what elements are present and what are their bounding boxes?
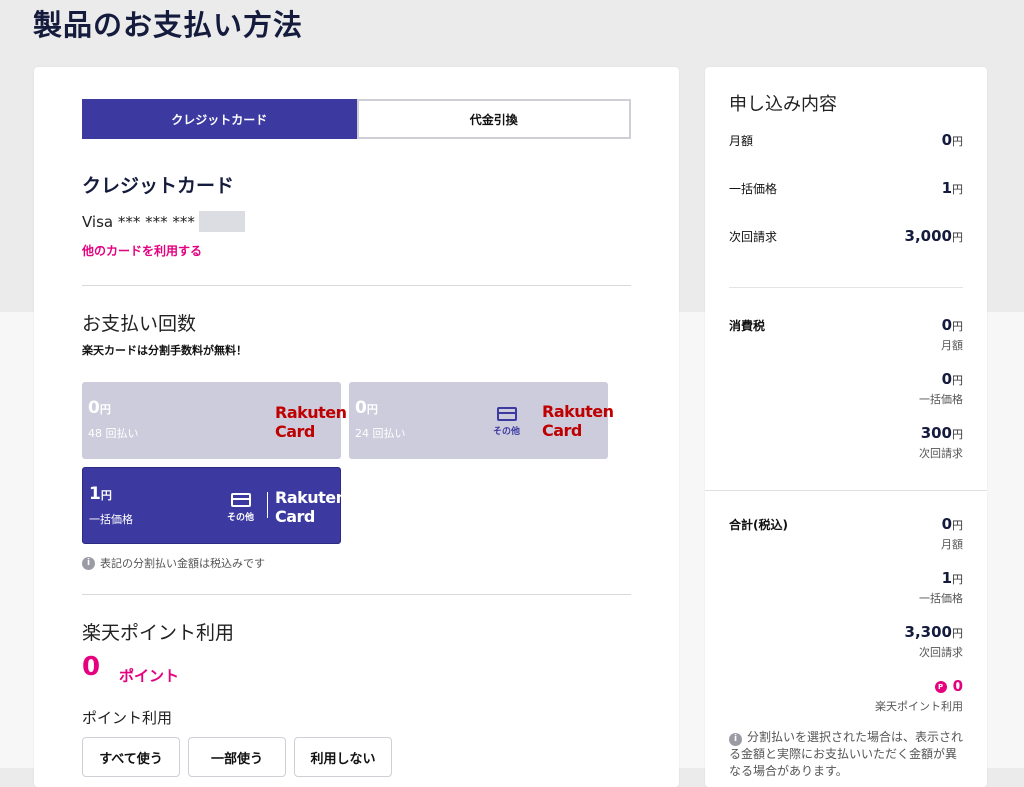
total-next-bill-caption: 次回請求 xyxy=(919,646,963,659)
tax-monthly-caption: 月額 xyxy=(941,339,963,352)
card-number: Visa *** *** *** xyxy=(82,211,245,232)
order-summary-card: 申し込み内容 月額 0円 一括価格 1円 次回請求 3,000円 消費税 0円 … xyxy=(705,67,987,787)
total-monthly-caption: 月額 xyxy=(941,538,963,551)
installments-heading: お支払い回数 xyxy=(82,313,197,335)
plan-label: 24 回払い xyxy=(355,427,406,440)
total-label: 合計(税込) xyxy=(729,518,788,532)
tab-credit-card[interactable]: クレジットカード xyxy=(82,99,357,139)
logo-separator xyxy=(267,492,268,518)
divider xyxy=(82,285,631,286)
total-lump-sum-value: 1円 xyxy=(941,569,963,587)
divider xyxy=(729,287,963,288)
total-next-bill-value: 3,300円 xyxy=(904,623,963,641)
other-card-icon: その他 xyxy=(227,493,254,523)
use-all-points-button[interactable]: すべて使う xyxy=(82,737,180,777)
points-unit: ポイント xyxy=(119,667,180,685)
installment-option-lump-sum[interactable]: 1円 一括価格 その他 Rakuten Card xyxy=(82,467,347,544)
use-other-card-link[interactable]: 他のカードを利用する xyxy=(82,242,202,259)
monthly-value: 0円 xyxy=(941,131,963,149)
points-value: 0 xyxy=(82,652,101,682)
plan-amount: 1円 xyxy=(89,484,112,504)
lump-sum-label: 一括価格 xyxy=(729,182,778,196)
total-points-value: P0 xyxy=(934,677,963,695)
use-some-points-button[interactable]: 一部使う xyxy=(188,737,286,777)
next-bill-value: 3,000円 xyxy=(904,227,963,245)
rakuten-card-logo: Rakuten Card xyxy=(275,403,347,441)
info-icon: i xyxy=(82,556,95,570)
tax-lump-sum-caption: 一括価格 xyxy=(919,393,963,406)
tax-next-bill-caption: 次回請求 xyxy=(919,447,963,460)
card-number-text: Visa *** *** *** xyxy=(82,212,195,231)
plan-label: 一括価格 xyxy=(89,513,133,526)
plan-amount: 0円 xyxy=(355,398,378,418)
payment-method-card: クレジットカード 代金引換 クレジットカード Visa *** *** *** … xyxy=(34,67,679,787)
divider xyxy=(82,594,631,595)
tax-lump-sum-value: 0円 xyxy=(941,370,963,388)
installment-option-24[interactable]: 0円 24 回払い その他 Rakuten Card xyxy=(349,382,614,459)
plan-label: 48 回払い xyxy=(88,427,139,440)
info-icon: i xyxy=(729,733,742,746)
monthly-label: 月額 xyxy=(729,134,754,148)
total-points-caption: 楽天ポイント利用 xyxy=(875,700,963,713)
installment-fee-note: 楽天カードは分割手数料が無料！ xyxy=(82,344,247,357)
lump-sum-value: 1円 xyxy=(941,179,963,197)
tax-monthly-value: 0円 xyxy=(941,316,963,334)
divider xyxy=(705,490,987,491)
installment-disclaimer: i 分割払いを選択された場合は、表示される金額と実際にお支払いいただく金額が異なる… xyxy=(729,730,964,778)
other-card-icon: その他 xyxy=(493,407,520,437)
rakuten-card-logo: Rakuten Card xyxy=(275,488,347,526)
no-points-button[interactable]: 利用しない xyxy=(294,737,392,777)
card-number-mask xyxy=(198,211,245,232)
rakuten-card-logo: Rakuten Card xyxy=(542,402,614,440)
tax-next-bill-value: 300円 xyxy=(920,424,963,442)
total-monthly-value: 0円 xyxy=(941,515,963,533)
points-use-label: ポイント利用 xyxy=(82,709,173,727)
plan-amount: 0円 xyxy=(88,398,111,418)
installment-option-48[interactable]: 0円 48 回払い Rakuten Card xyxy=(82,382,347,459)
payment-tabs: クレジットカード 代金引換 xyxy=(82,99,631,139)
next-bill-label: 次回請求 xyxy=(729,230,778,244)
points-heading: 楽天ポイント利用 xyxy=(82,622,235,644)
tab-cash-on-delivery[interactable]: 代金引換 xyxy=(356,99,631,139)
page-title: 製品のお支払い方法 xyxy=(33,8,304,42)
summary-title: 申し込み内容 xyxy=(729,94,837,115)
tax-included-note: i 表記の分割払い金額は税込みです xyxy=(82,555,265,571)
total-lump-sum-caption: 一括価格 xyxy=(919,592,963,605)
tax-label: 消費税 xyxy=(729,319,766,333)
credit-card-heading: クレジットカード xyxy=(82,175,235,197)
rakuten-point-icon: P xyxy=(934,680,947,693)
